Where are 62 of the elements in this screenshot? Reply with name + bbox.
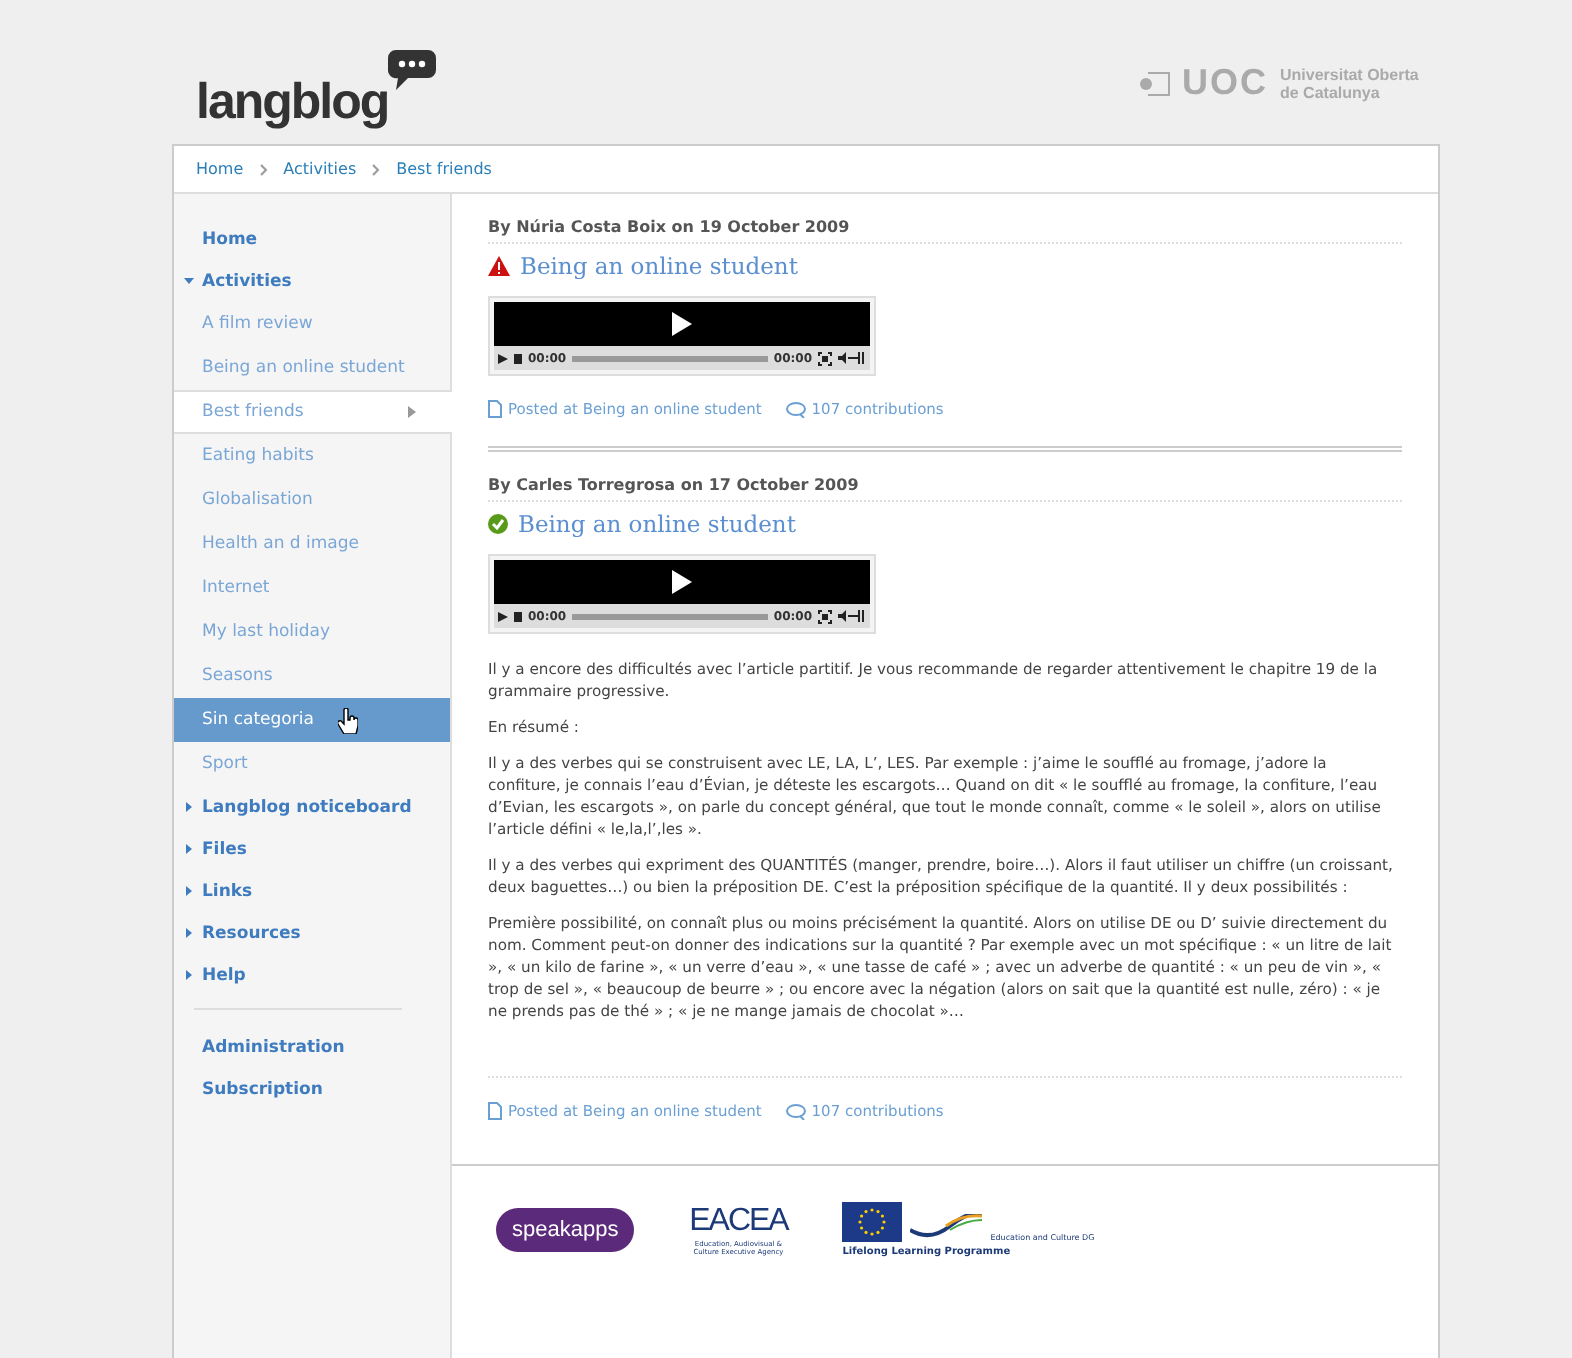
fullscreen-icon[interactable] xyxy=(818,351,832,365)
play-icon[interactable] xyxy=(498,353,508,363)
site-logo[interactable]: langblog xyxy=(196,74,389,132)
stop-icon[interactable] xyxy=(514,611,522,621)
sidebar-link[interactable]: Subscription xyxy=(174,1068,450,1110)
hand-cursor-icon xyxy=(338,708,358,734)
volume-icon[interactable] xyxy=(838,610,866,622)
warning-icon xyxy=(488,256,510,276)
document-icon xyxy=(488,400,502,418)
breadcrumb-link[interactable]: Home xyxy=(196,160,244,178)
chevron-icon xyxy=(372,163,381,175)
sidebar-item[interactable]: Internet xyxy=(174,566,450,610)
institution-logo-icon xyxy=(1138,71,1170,95)
sidebar-item[interactable]: Sin categoria xyxy=(174,698,450,742)
sidebar-section[interactable]: Help xyxy=(174,954,450,996)
sidebar-link[interactable]: Administration xyxy=(174,1026,450,1068)
post-title[interactable]: Being an online student xyxy=(518,510,796,538)
sidebar-section[interactable]: Links xyxy=(174,870,450,912)
post-title[interactable]: Being an online student xyxy=(520,252,798,280)
collapsed-arrow-icon xyxy=(184,970,194,980)
sidebar-item[interactable]: A film review xyxy=(174,302,450,346)
comment-icon xyxy=(785,401,806,417)
sidebar-item[interactable]: Globalisation xyxy=(174,478,450,522)
partner-logo: speakapps xyxy=(496,1208,635,1252)
sidebar-item[interactable]: Eating habits xyxy=(174,434,450,478)
volume-icon[interactable] xyxy=(838,352,866,364)
sidebar-item[interactable]: My last holiday xyxy=(174,610,450,654)
partner-logo: EACEA xyxy=(689,1204,788,1240)
institution-name: Universitat Oberta de Catalunya xyxy=(1280,65,1421,101)
swoosh-icon xyxy=(910,1214,983,1242)
sidebar-item[interactable]: Health an d image xyxy=(174,522,450,566)
sidebar-section[interactable]: Files xyxy=(174,828,450,870)
collapsed-arrow-icon xyxy=(184,928,194,938)
sidebar-item[interactable]: Best friends xyxy=(174,390,452,434)
fullscreen-icon[interactable] xyxy=(818,609,832,623)
collapsed-arrow-icon xyxy=(184,886,194,896)
play-icon[interactable] xyxy=(672,570,692,594)
breadcrumb-link[interactable]: Best friends xyxy=(396,160,492,178)
sidebar-section[interactable]: Langblog noticeboard xyxy=(174,786,450,828)
sidebar-item[interactable]: Sport xyxy=(174,742,450,786)
collapsed-arrow-icon xyxy=(184,802,194,812)
speech-bubble-icon xyxy=(388,50,437,90)
institution-mark: UOC xyxy=(1182,62,1268,104)
post-byline: By Carles Torregrosa on 17 October 2009 xyxy=(488,476,1402,502)
sidebar-link[interactable]: Home xyxy=(174,218,450,260)
chevron-icon xyxy=(259,163,268,175)
sidebar-item[interactable]: Being an online student xyxy=(174,346,450,390)
sidebar-item[interactable]: Seasons xyxy=(174,654,450,698)
arrow-icon xyxy=(408,406,416,418)
play-icon[interactable] xyxy=(672,312,692,336)
flag-icon xyxy=(842,1202,903,1242)
stop-icon[interactable] xyxy=(514,353,522,363)
sidebar-section[interactable]: Activities xyxy=(174,260,450,302)
sidebar-section[interactable]: Resources xyxy=(174,912,450,954)
check-icon xyxy=(488,514,508,534)
document-icon xyxy=(488,1102,502,1120)
expanded-arrow-icon xyxy=(184,276,194,286)
comment-icon xyxy=(785,1103,806,1119)
breadcrumb-link[interactable]: Activities xyxy=(283,160,357,178)
post-byline: By Núria Costa Boix on 19 October 2009 xyxy=(488,218,1402,244)
collapsed-arrow-icon xyxy=(184,844,194,854)
play-icon[interactable] xyxy=(498,611,508,621)
